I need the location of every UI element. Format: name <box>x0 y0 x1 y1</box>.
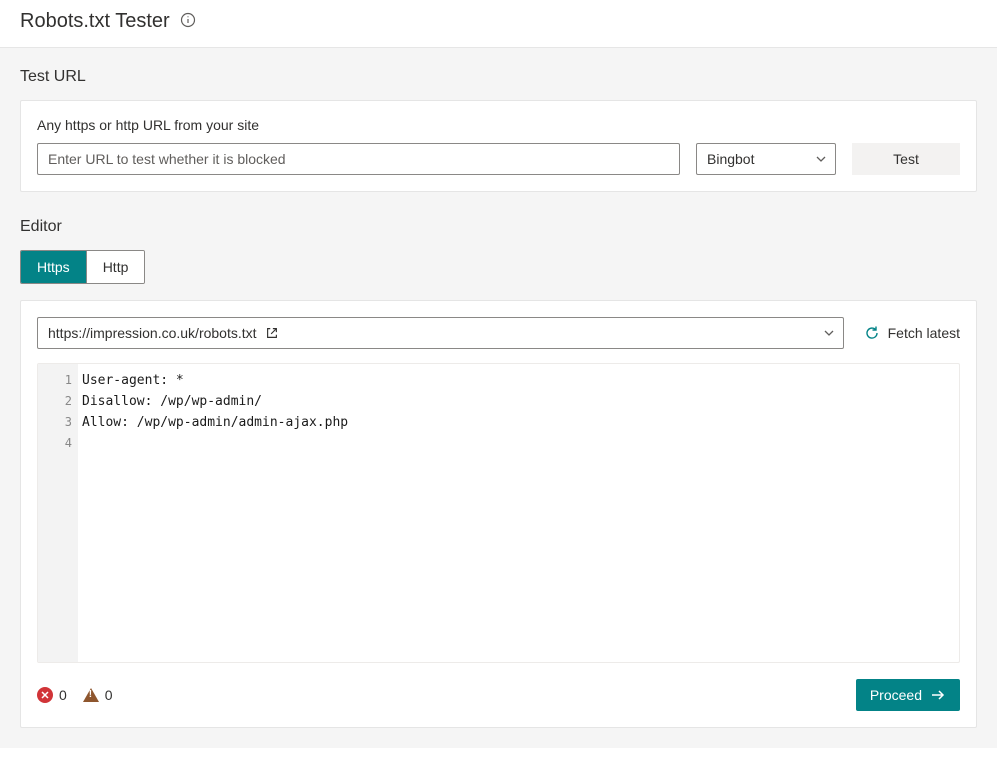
code-line[interactable]: Allow: /wp/wp-admin/admin-ajax.php <box>82 412 955 433</box>
url-input[interactable] <box>37 143 680 175</box>
code-line[interactable]: User-agent: * <box>82 370 955 391</box>
section-title-test-url: Test URL <box>20 68 977 86</box>
line-number: 3 <box>38 412 72 433</box>
arrow-right-icon <box>930 687 946 703</box>
warning-icon <box>83 688 99 702</box>
error-count: 0 <box>37 687 67 703</box>
section-test-url: Test URL Any https or http URL from your… <box>20 68 977 192</box>
test-url-hint: Any https or http URL from your site <box>37 117 960 133</box>
test-url-card: Any https or http URL from your site Bin… <box>20 100 977 192</box>
code-editor[interactable]: 1234 User-agent: *Disallow: /wp/wp-admin… <box>37 363 960 663</box>
test-button[interactable]: Test <box>852 143 960 175</box>
bot-select-value: Bingbot <box>707 151 754 167</box>
refresh-icon <box>864 325 880 341</box>
bot-select[interactable]: Bingbot <box>696 143 836 175</box>
error-icon <box>37 687 53 703</box>
warning-count: 0 <box>83 687 113 703</box>
code-line[interactable]: Disallow: /wp/wp-admin/ <box>82 391 955 412</box>
editor-card: https://impression.co.uk/robots.txt Fetc… <box>20 300 977 728</box>
robots-file-select[interactable]: https://impression.co.uk/robots.txt <box>37 317 844 349</box>
line-number: 4 <box>38 433 72 454</box>
page-header: Robots.txt Tester <box>0 0 997 48</box>
warning-count-value: 0 <box>105 687 113 703</box>
line-number: 2 <box>38 391 72 412</box>
fetch-latest-label: Fetch latest <box>888 325 960 341</box>
editor-gutter: 1234 <box>38 364 78 662</box>
external-link-icon <box>265 326 279 340</box>
page-title: Robots.txt Tester <box>20 10 170 33</box>
section-title-editor: Editor <box>20 218 977 236</box>
robots-file-value: https://impression.co.uk/robots.txt <box>48 325 257 341</box>
tab-https[interactable]: Https <box>21 251 86 283</box>
error-count-value: 0 <box>59 687 67 703</box>
status-bar: 0 0 <box>37 687 113 703</box>
tab-http[interactable]: Http <box>86 251 145 283</box>
chevron-down-icon <box>815 153 827 165</box>
code-line[interactable] <box>82 433 955 454</box>
chevron-down-icon <box>823 327 835 339</box>
proceed-label: Proceed <box>870 687 922 703</box>
line-number: 1 <box>38 370 72 391</box>
proceed-button[interactable]: Proceed <box>856 679 960 711</box>
section-editor: Editor Https Http https://impression.co.… <box>20 218 977 728</box>
editor-code[interactable]: User-agent: *Disallow: /wp/wp-admin/Allo… <box>78 364 959 662</box>
fetch-latest-button[interactable]: Fetch latest <box>864 325 960 341</box>
info-icon[interactable] <box>170 12 196 31</box>
